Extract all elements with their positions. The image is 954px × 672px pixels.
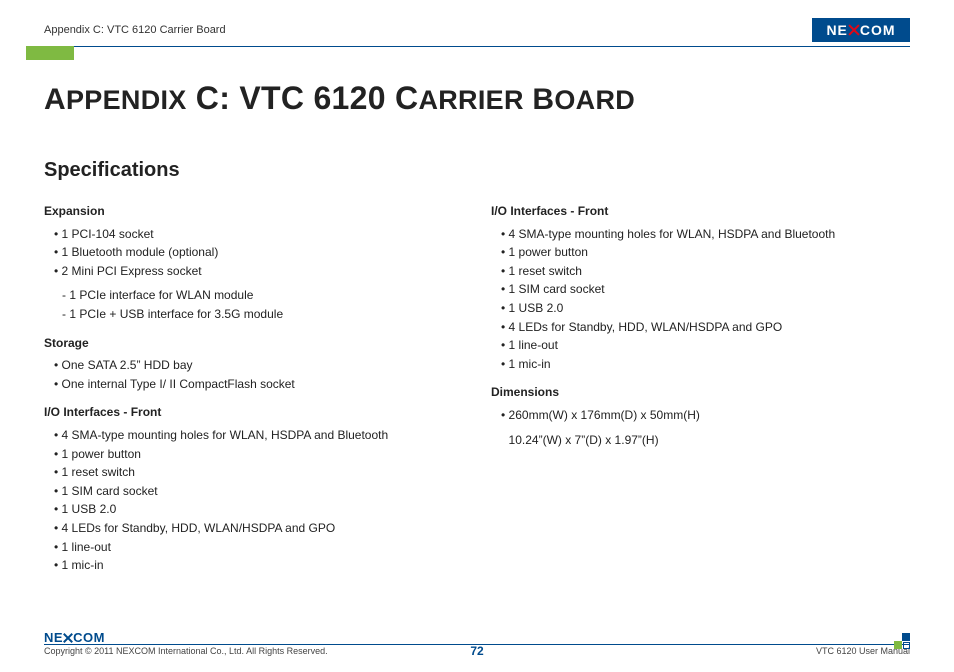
page-title: APPENDIX C: VTC 6120 CARRIER BOARD [44, 80, 910, 117]
group-title-storage: Storage [44, 334, 463, 353]
list-item: 1 line-out [499, 336, 910, 355]
footer-bottom-row: Copyright © 2011 NEXCOM International Co… [44, 646, 910, 656]
group-title-expansion: Expansion [44, 202, 463, 221]
header-bar: Appendix C: VTC 6120 Carrier Board NECOM [44, 18, 910, 42]
page: Appendix C: VTC 6120 Carrier Board NECOM… [0, 0, 954, 672]
copyright: Copyright © 2011 NEXCOM International Co… [44, 646, 328, 656]
list-item: 1 mic-in [499, 355, 910, 374]
list-item: 1 power button [499, 243, 910, 262]
columns: Expansion 1 PCI-104 socket 1 Bluetooth m… [44, 192, 910, 581]
footer-logo-x-icon [63, 633, 73, 643]
list-item: • 10.24”(W) x 7”(D) x 1.97”(H) [499, 431, 910, 450]
list-item: 2 Mini PCI Express socket [52, 262, 463, 281]
breadcrumb: Appendix C: VTC 6120 Carrier Board [44, 24, 226, 36]
column-right: I/O Interfaces - Front 4 SMA-type mounti… [491, 192, 910, 581]
group-title-io-front-left: I/O Interfaces - Front [44, 403, 463, 422]
expansion-sublist: 1 PCIe interface for WLAN module 1 PCIe … [44, 286, 463, 323]
footer-logo: NECOM [44, 631, 105, 644]
column-left: Expansion 1 PCI-104 socket 1 Bluetooth m… [44, 192, 463, 581]
io-front-list-right: 4 SMA-type mounting holes for WLAN, HSDP… [491, 225, 910, 374]
list-item: 1 PCI-104 socket [52, 225, 463, 244]
list-item: One internal Type I/ II CompactFlash soc… [52, 375, 463, 394]
logo-x-icon [848, 24, 860, 36]
footer-logo-text: NECOM [44, 631, 105, 644]
header-rule [44, 46, 910, 47]
page-number: 72 [470, 644, 483, 658]
list-item: 1 PCIe + USB interface for 3.5G module [62, 305, 463, 324]
group-title-dimensions: Dimensions [491, 383, 910, 402]
dimensions-list: 260mm(W) x 176mm(D) x 50mm(H) [491, 406, 910, 425]
brand-logo: NECOM [812, 18, 910, 42]
list-item: 1 mic-in [52, 556, 463, 575]
list-item: 1 USB 2.0 [52, 500, 463, 519]
footer-deco-icon [894, 633, 910, 649]
dimensions-list-line2: • 10.24”(W) x 7”(D) x 1.97”(H) [491, 431, 910, 450]
list-item: 4 LEDs for Standby, HDD, WLAN/HSDPA and … [52, 519, 463, 538]
list-item: 1 SIM card socket [499, 280, 910, 299]
list-item: 1 line-out [52, 538, 463, 557]
group-title-io-front-right: I/O Interfaces - Front [491, 202, 910, 221]
list-item: One SATA 2.5” HDD bay [52, 356, 463, 375]
io-front-list-left: 4 SMA-type mounting holes for WLAN, HSDP… [44, 426, 463, 575]
expansion-list: 1 PCI-104 socket 1 Bluetooth module (opt… [44, 225, 463, 281]
footer: NECOM Copyright © 2011 NEXCOM Internatio… [44, 629, 910, 656]
brand-logo-text: NECOM [826, 23, 895, 37]
green-tab-icon [26, 46, 74, 60]
list-item: 1 reset switch [52, 463, 463, 482]
list-item: 1 power button [52, 445, 463, 464]
list-item: 4 LEDs for Standby, HDD, WLAN/HSDPA and … [499, 318, 910, 337]
list-item: 1 SIM card socket [52, 482, 463, 501]
section-heading: Specifications [44, 159, 910, 182]
list-item: 1 PCIe interface for WLAN module [62, 286, 463, 305]
list-item: 4 SMA-type mounting holes for WLAN, HSDP… [499, 225, 910, 244]
footer-top-row: NECOM [44, 631, 910, 644]
list-item: 260mm(W) x 176mm(D) x 50mm(H) [499, 406, 910, 425]
list-item: 1 reset switch [499, 262, 910, 281]
list-item: 4 SMA-type mounting holes for WLAN, HSDP… [52, 426, 463, 445]
list-item: 1 USB 2.0 [499, 299, 910, 318]
list-item: 1 Bluetooth module (optional) [52, 243, 463, 262]
storage-list: One SATA 2.5” HDD bay One internal Type … [44, 356, 463, 393]
